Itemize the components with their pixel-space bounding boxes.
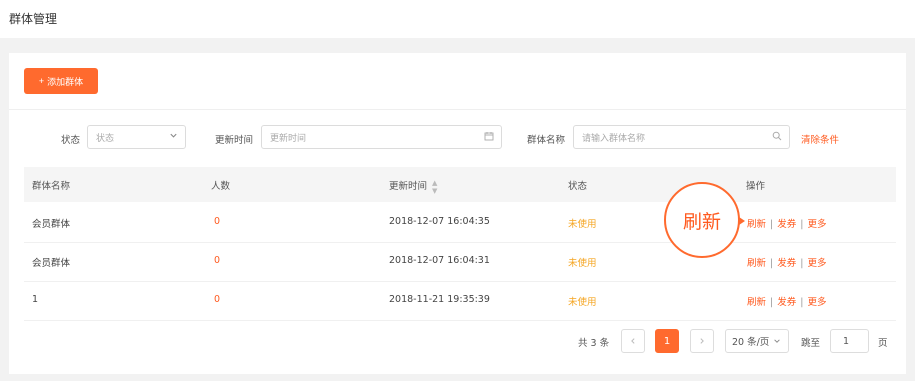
callout-arrow	[739, 217, 745, 225]
page-size-value: 20 条/页	[732, 337, 770, 348]
row-count[interactable]: 0	[214, 216, 220, 227]
group-name-placeholder: 请输入群体名称	[582, 133, 646, 144]
jump-page-input[interactable]: 1	[830, 329, 869, 353]
status-select-placeholder: 状态	[96, 133, 115, 144]
action-separator: |	[770, 219, 774, 230]
row-name: 会员群体	[32, 258, 71, 269]
time-picker[interactable]: 更新时间	[261, 125, 502, 149]
row-count[interactable]: 0	[214, 294, 220, 305]
sort-icon[interactable]: ▲ ▼	[432, 179, 437, 195]
top-bar: 群体管理	[0, 0, 915, 38]
page-button-current[interactable]: 1	[655, 329, 679, 353]
row-status: 未使用	[568, 258, 597, 269]
status-filter-label: 状态	[61, 135, 81, 146]
more-link[interactable]: 更多	[807, 258, 826, 269]
clear-filters-link[interactable]: 清除条件	[801, 132, 839, 146]
status-select[interactable]: 状态	[87, 125, 186, 149]
row-actions: 刷新 | 发券 | 更多	[747, 255, 826, 269]
calendar-icon	[484, 131, 494, 144]
chevron-down-icon	[169, 131, 178, 143]
column-header-time[interactable]: 更新时间 ▲ ▼	[389, 178, 437, 195]
row-name: 1	[32, 294, 39, 305]
action-separator: |	[800, 297, 804, 308]
row-status: 未使用	[568, 297, 597, 308]
action-separator: |	[800, 219, 804, 230]
coupon-link[interactable]: 发券	[777, 258, 796, 269]
more-link[interactable]: 更多	[807, 297, 826, 308]
refresh-link[interactable]: 刷新	[747, 258, 766, 269]
search-icon	[772, 131, 782, 144]
chevron-down-icon	[774, 339, 781, 343]
jump-label: 跳至	[801, 338, 821, 349]
divider	[9, 109, 906, 110]
row-actions: 刷新 | 发券 | 更多	[747, 216, 826, 230]
table-row: 会员群体 0 2018-12-07 16:04:31 未使用 刷新 | 发券 | 更多	[24, 242, 896, 282]
add-group-label: 添加群体	[47, 76, 84, 87]
table-row: 会员群体 0 2018-12-07 16:04:35 未使用 刷新 | 发券 | 更多	[24, 203, 896, 243]
next-page-button[interactable]	[690, 329, 714, 353]
name-filter-label: 群体名称	[527, 135, 566, 146]
group-name-search-input[interactable]: 请输入群体名称	[573, 125, 790, 149]
row-time: 2018-12-07 16:04:35	[389, 216, 490, 227]
chevron-right-icon	[700, 338, 704, 344]
refresh-link[interactable]: 刷新	[747, 219, 766, 230]
prev-page-button[interactable]	[621, 329, 645, 353]
chevron-left-icon	[631, 338, 635, 344]
content-card: + 添加群体 状态 状态 更新时间 更新时间 群体名称 请输入群体名称 清除条件…	[9, 53, 906, 374]
column-header-count: 人数	[211, 181, 231, 192]
add-group-button[interactable]: + 添加群体	[24, 68, 98, 94]
refresh-callout: 刷新	[664, 182, 740, 258]
action-separator: |	[800, 258, 804, 269]
page-size-select[interactable]: 20 条/页	[725, 329, 789, 353]
refresh-link[interactable]: 刷新	[747, 297, 766, 308]
row-actions: 刷新 | 发券 | 更多	[747, 294, 826, 308]
page-title: 群体管理	[9, 12, 58, 26]
column-header-name: 群体名称	[32, 181, 71, 192]
column-header-status: 状态	[568, 181, 588, 192]
time-filter-label: 更新时间	[215, 135, 254, 146]
plus-icon: +	[38, 76, 45, 86]
row-name: 会员群体	[32, 219, 71, 230]
row-time: 2018-11-21 19:35:39	[389, 294, 490, 305]
row-time: 2018-12-07 16:04:31	[389, 255, 490, 266]
time-picker-placeholder: 更新时间	[270, 133, 307, 144]
action-separator: |	[770, 258, 774, 269]
row-count[interactable]: 0	[214, 255, 220, 266]
page-unit-label: 页	[878, 338, 888, 349]
table-header: 群体名称 人数 更新时间 ▲ ▼ 状态 操作	[24, 167, 896, 202]
row-status: 未使用	[568, 219, 597, 230]
coupon-link[interactable]: 发券	[777, 297, 796, 308]
action-separator: |	[770, 297, 774, 308]
coupon-link[interactable]: 发券	[777, 219, 796, 230]
column-header-time-label: 更新时间	[389, 181, 428, 192]
more-link[interactable]: 更多	[807, 219, 826, 230]
column-header-actions: 操作	[746, 181, 766, 192]
table-row: 1 0 2018-11-21 19:35:39 未使用 刷新 | 发券 | 更多	[24, 281, 896, 321]
pagination-total: 共 3 条	[578, 338, 610, 349]
